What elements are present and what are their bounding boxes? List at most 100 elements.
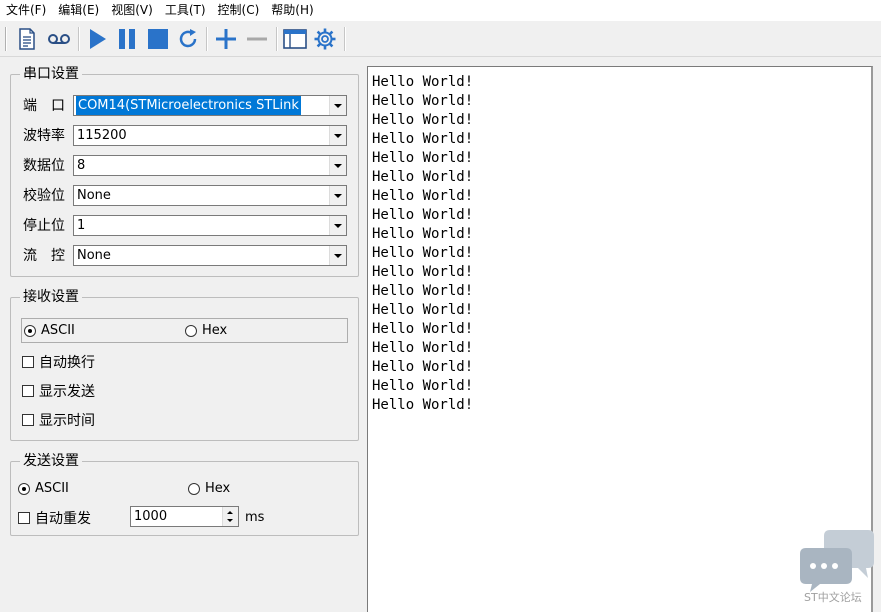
chevron-down-icon[interactable] bbox=[329, 156, 346, 175]
output-line: Hello World! bbox=[372, 283, 474, 299]
resend-interval-value: 1000 bbox=[134, 509, 168, 524]
resend-unit-label: ms bbox=[245, 510, 265, 525]
toolbar-separator bbox=[206, 27, 208, 51]
resend-interval-spinbox[interactable]: 1000 bbox=[130, 506, 239, 527]
stopbits-value: 1 bbox=[77, 218, 86, 233]
output-line: Hello World! bbox=[372, 264, 474, 280]
baud-label: 波特率 bbox=[23, 128, 65, 144]
output-line: Hello World! bbox=[372, 188, 474, 204]
show-time-label: 显示时间 bbox=[39, 413, 95, 429]
baud-value: 115200 bbox=[77, 128, 127, 143]
chevron-down-icon[interactable] bbox=[329, 126, 346, 145]
gear-icon[interactable] bbox=[312, 26, 338, 52]
menu-bar: 文件(F) 编辑(E) 视图(V) 工具(T) 控制(C) 帮助(H) bbox=[0, 0, 881, 21]
output-line: Hello World! bbox=[372, 131, 474, 147]
spin-down-icon[interactable] bbox=[227, 519, 233, 522]
menu-control[interactable]: 控制(C) bbox=[212, 0, 266, 21]
record-icon[interactable] bbox=[46, 26, 72, 52]
radio-selected-icon bbox=[18, 482, 30, 495]
send-ascii-label: ASCII bbox=[35, 481, 69, 496]
radio-selected-icon bbox=[24, 324, 36, 337]
output-line: Hello World! bbox=[372, 93, 474, 109]
window-icon[interactable] bbox=[282, 26, 308, 52]
menu-file[interactable]: 文件(F) bbox=[0, 0, 52, 21]
toolbar-separator bbox=[344, 27, 346, 51]
flowcontrol-label: 流 控 bbox=[23, 248, 65, 264]
output-line: Hello World! bbox=[372, 340, 474, 356]
flowcontrol-value: None bbox=[77, 248, 111, 263]
send-hex-label: Hex bbox=[205, 481, 231, 496]
checkbox-icon bbox=[22, 414, 34, 426]
send-settings-title: 发送设置 bbox=[20, 453, 82, 469]
output-line: Hello World! bbox=[372, 74, 474, 90]
menu-view[interactable]: 视图(V) bbox=[105, 0, 159, 21]
output-line: Hello World! bbox=[372, 245, 474, 261]
parity-label: 校验位 bbox=[23, 188, 65, 204]
pause-icon[interactable] bbox=[114, 26, 140, 52]
databits-select[interactable]: 8 bbox=[73, 155, 347, 176]
receive-ascii-radio[interactable]: ASCII bbox=[24, 323, 75, 338]
auto-resend-checkbox[interactable]: 自动重发 bbox=[18, 508, 91, 528]
chevron-down-icon[interactable] bbox=[329, 246, 346, 265]
checkbox-icon bbox=[18, 512, 30, 524]
send-hex-radio[interactable]: Hex bbox=[188, 481, 230, 496]
port-select[interactable]: COM14(STMicroelectronics STLink bbox=[73, 95, 347, 116]
chevron-down-icon[interactable] bbox=[329, 216, 346, 235]
plus-icon[interactable] bbox=[213, 26, 239, 52]
chevron-down-icon[interactable] bbox=[329, 186, 346, 205]
menu-edit[interactable]: 编辑(E) bbox=[52, 0, 105, 21]
port-label: 端 口 bbox=[23, 98, 65, 114]
baud-select[interactable]: 115200 bbox=[73, 125, 347, 146]
spin-buttons[interactable] bbox=[222, 507, 238, 526]
output-line: Hello World! bbox=[372, 302, 474, 318]
stopbits-select[interactable]: 1 bbox=[73, 215, 347, 236]
toolbar bbox=[0, 21, 881, 57]
output-line: Hello World! bbox=[372, 397, 474, 413]
receive-hex-radio[interactable]: Hex bbox=[185, 323, 227, 338]
menu-help[interactable]: 帮助(H) bbox=[265, 0, 319, 21]
output-line: Hello World! bbox=[372, 321, 474, 337]
play-icon[interactable] bbox=[84, 26, 110, 52]
radio-unselected-icon bbox=[188, 482, 200, 495]
radio-unselected-icon bbox=[185, 324, 197, 337]
show-send-checkbox[interactable]: 显示发送 bbox=[22, 381, 95, 401]
databits-label: 数据位 bbox=[23, 158, 65, 174]
show-send-label: 显示发送 bbox=[39, 384, 95, 400]
port-value: COM14(STMicroelectronics STLink bbox=[76, 96, 301, 115]
output-line: Hello World! bbox=[372, 150, 474, 166]
output-line: Hello World! bbox=[372, 378, 474, 394]
auto-wrap-label: 自动换行 bbox=[39, 355, 95, 371]
flowcontrol-select[interactable]: None bbox=[73, 245, 347, 266]
serial-settings-title: 串口设置 bbox=[20, 66, 82, 82]
chevron-down-icon[interactable] bbox=[329, 96, 346, 115]
checkbox-icon bbox=[22, 356, 34, 368]
stopbits-label: 停止位 bbox=[23, 218, 65, 234]
checkbox-icon bbox=[22, 385, 34, 397]
databits-value: 8 bbox=[77, 158, 86, 173]
receive-hex-label: Hex bbox=[202, 323, 228, 338]
auto-wrap-checkbox[interactable]: 自动换行 bbox=[22, 352, 95, 372]
menu-tools[interactable]: 工具(T) bbox=[159, 0, 212, 21]
output-line: Hello World! bbox=[372, 226, 474, 242]
toolbar-separator bbox=[78, 27, 80, 51]
watermark-text: ST中文论坛 bbox=[804, 591, 862, 604]
auto-resend-label: 自动重发 bbox=[35, 511, 91, 527]
parity-select[interactable]: None bbox=[73, 185, 347, 206]
minus-icon[interactable] bbox=[244, 26, 270, 52]
output-line: Hello World! bbox=[372, 112, 474, 128]
receive-settings-title: 接收设置 bbox=[20, 289, 82, 305]
send-ascii-radio[interactable]: ASCII bbox=[18, 481, 69, 496]
receive-output-area[interactable]: Hello World! Hello World! Hello World! Hell… bbox=[367, 66, 873, 612]
output-line: Hello World! bbox=[372, 207, 474, 223]
document-icon[interactable] bbox=[14, 26, 40, 52]
output-line: Hello World! bbox=[372, 169, 474, 185]
receive-ascii-label: ASCII bbox=[41, 323, 75, 338]
stop-icon[interactable] bbox=[145, 26, 171, 52]
toolbar-grip bbox=[5, 27, 7, 51]
refresh-icon[interactable] bbox=[175, 26, 201, 52]
toolbar-separator bbox=[276, 27, 278, 51]
show-time-checkbox[interactable]: 显示时间 bbox=[22, 410, 95, 430]
spin-up-icon[interactable] bbox=[227, 511, 233, 514]
parity-value: None bbox=[77, 188, 111, 203]
output-line: Hello World! bbox=[372, 359, 474, 375]
